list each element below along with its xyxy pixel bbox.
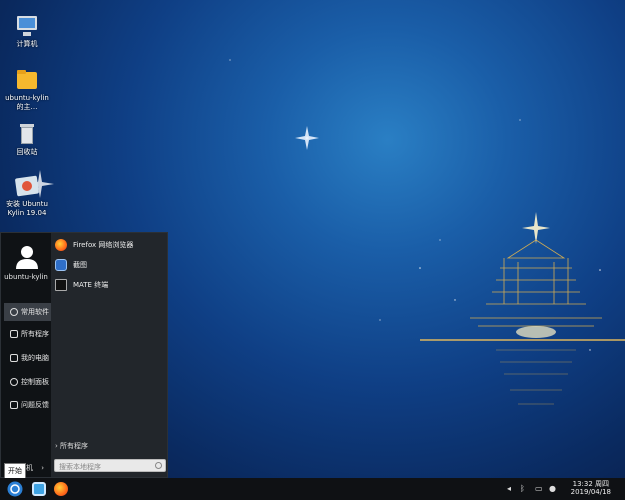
category-frequent-apps[interactable]: 常用软件 (4, 303, 53, 321)
screenshot-icon (55, 259, 67, 271)
desktop-icon-home-folder[interactable]: ubuntu-kylin 的主… (3, 68, 51, 112)
start-tooltip: 开始 (4, 463, 26, 479)
monitor-icon (10, 354, 18, 362)
category-control-panel[interactable]: 控制面板 (4, 373, 53, 391)
taskbar: ◂ ᛒ ▭ ● 13:32 周四 2019/04/18 (0, 478, 625, 500)
volume-icon[interactable]: ◂ (507, 484, 511, 493)
desktop-icon-trash[interactable]: 回收站 (3, 122, 51, 157)
clock[interactable]: 13:32 周四 2019/04/18 (571, 480, 611, 496)
app-label: 截图 (73, 261, 87, 269)
category-label: 控制面板 (21, 378, 49, 386)
app-item-screenshot[interactable]: 截图 (55, 256, 167, 274)
computer-icon (15, 14, 39, 38)
user-avatar-icon[interactable] (14, 243, 40, 269)
desktop-icon-label: 回收站 (16, 148, 38, 156)
start-button[interactable] (6, 480, 24, 498)
app-item-firefox[interactable]: Firefox 网络浏览器 (55, 236, 167, 254)
category-feedback[interactable]: 问题反馈 (4, 396, 53, 414)
chevron-right-icon: › (41, 464, 45, 472)
app-label: MATE 终端 (73, 281, 109, 289)
temple-illustration (420, 212, 625, 405)
app-label: Firefox 网络浏览器 (73, 241, 134, 249)
feedback-icon (10, 401, 18, 409)
desktop-icon-computer[interactable]: 计算机 (3, 14, 51, 49)
file-manager-icon (32, 482, 46, 496)
power-button[interactable]: 机 › (26, 463, 44, 473)
search-input[interactable]: 搜索本地程序 (54, 459, 166, 472)
trash-icon (15, 122, 39, 146)
category-all-programs[interactable]: 所有程序 (4, 325, 53, 343)
all-programs-link[interactable]: › 所有程序 (55, 441, 88, 451)
search-icon (155, 462, 162, 469)
category-label: 常用软件 (21, 308, 49, 316)
chevron-right-icon: › (55, 442, 58, 450)
category-label: 我的电脑 (21, 354, 49, 362)
gear-icon (10, 378, 18, 386)
all-programs-label: 所有程序 (60, 442, 89, 450)
network-icon[interactable]: ▭ (535, 484, 543, 493)
taskbar-firefox-button[interactable] (52, 480, 70, 498)
category-label: 所有程序 (21, 330, 49, 338)
desktop-icon-label: ubuntu-kylin 的主… (5, 94, 49, 111)
desktop-icon-installer[interactable]: 安装 Ubuntu Kylin 19.04 (3, 174, 51, 218)
notification-icon[interactable]: ● (549, 484, 556, 493)
clock-icon (10, 308, 18, 316)
start-menu: ubuntu-kylin 常用软件 所有程序 我的电脑 控制面板 问题反馈 Fi… (0, 232, 168, 478)
start-logo-icon (7, 481, 23, 497)
category-my-computer[interactable]: 我的电脑 (4, 349, 53, 367)
firefox-icon (55, 239, 67, 251)
folder-icon (15, 68, 39, 92)
firefox-icon (54, 482, 68, 496)
apps-icon (10, 330, 18, 338)
start-menu-sidebar: ubuntu-kylin 常用软件 所有程序 我的电脑 控制面板 问题反馈 (1, 233, 53, 477)
start-menu-apps-panel: Firefox 网络浏览器 截图 MATE 终端 › 所有程序 (51, 233, 167, 477)
clock-date: 2019/04/18 (570, 488, 611, 496)
app-item-terminal[interactable]: MATE 终端 (55, 276, 167, 294)
taskbar-file-manager-button[interactable] (30, 480, 48, 498)
category-label: 问题反馈 (21, 401, 49, 409)
terminal-icon (55, 279, 67, 291)
clock-time: 13:32 周四 (572, 480, 610, 488)
desktop-icon-label: 计算机 (16, 40, 38, 48)
bluetooth-icon[interactable]: ᛒ (520, 484, 525, 493)
username: ubuntu-kylin (4, 273, 48, 281)
desktop-icon-label: 安装 Ubuntu Kylin 19.04 (6, 200, 48, 217)
installer-icon (14, 174, 40, 198)
search-placeholder: 搜索本地程序 (59, 463, 101, 471)
